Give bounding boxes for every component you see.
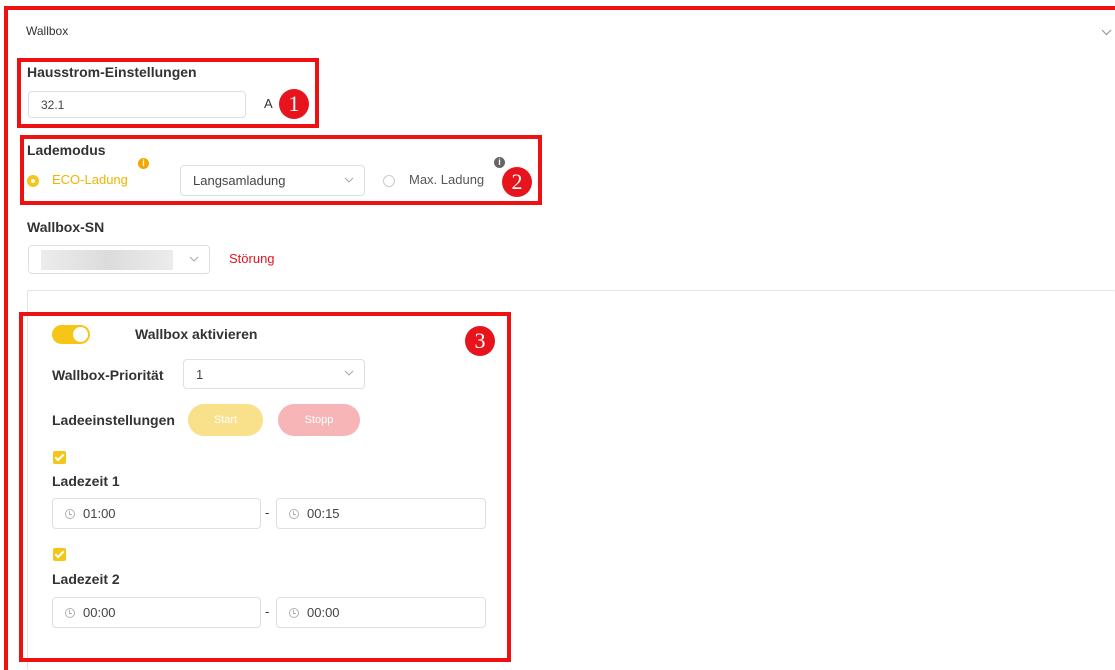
clock-icon <box>289 607 299 618</box>
ladezeit-2-from-input[interactable]: 00:00 <box>52 597 261 628</box>
wallbox-sn-label: Wallbox-SN <box>27 219 105 235</box>
ladezeit-1-label: Ladezeit 1 <box>52 473 120 489</box>
hausstrom-input[interactable]: 32.1 <box>28 91 246 118</box>
chevron-down-icon <box>344 177 354 183</box>
eco-mode-select[interactable]: Langsamladung <box>180 165 365 196</box>
lademodus-label: Lademodus <box>27 142 106 158</box>
eco-mode-value: Langsamladung <box>193 173 286 188</box>
panel-title: Wallbox <box>26 24 69 38</box>
activate-label: Wallbox aktivieren <box>135 326 258 342</box>
activate-toggle[interactable] <box>52 325 90 344</box>
eco-radio[interactable] <box>27 175 39 187</box>
clock-icon <box>65 607 75 618</box>
wallbox-status: Störung <box>229 251 275 266</box>
wallbox-sn-select[interactable] <box>28 245 210 274</box>
annotation-marker-3: 3 <box>465 326 495 356</box>
time-range-separator: - <box>265 505 270 520</box>
chevron-down-icon[interactable] <box>1101 29 1112 36</box>
chevron-down-icon <box>189 256 199 262</box>
time-range-separator: - <box>265 604 270 619</box>
redacted-value <box>41 249 173 270</box>
ladezeit-2-to-value: 00:00 <box>307 605 340 620</box>
max-label[interactable]: Max. Ladung <box>409 172 484 187</box>
ladezeit-1-from-input[interactable]: 01:00 <box>52 498 261 529</box>
ladezeit-1-to-value: 00:15 <box>307 506 340 521</box>
start-button[interactable]: Start <box>188 404 263 436</box>
ladezeit-2-to-input[interactable]: 00:00 <box>276 597 486 628</box>
ladezeit-1-from-value: 01:00 <box>83 506 116 521</box>
priority-label: Wallbox-Priorität <box>52 367 164 383</box>
annotation-marker-1: 1 <box>279 89 309 119</box>
max-radio[interactable] <box>383 175 395 187</box>
hausstrom-label: Hausstrom-Einstellungen <box>27 64 197 80</box>
ladezeit-1-checkbox[interactable] <box>53 451 66 464</box>
ladezeit-2-from-value: 00:00 <box>83 605 116 620</box>
info-icon[interactable]: i <box>138 158 149 169</box>
info-icon[interactable]: i <box>494 157 505 168</box>
hausstrom-value: 32.1 <box>41 97 65 112</box>
hausstrom-unit: A <box>264 96 273 111</box>
annotation-marker-2: 2 <box>502 167 532 197</box>
ladeeinstellungen-label: Ladeeinstellungen <box>52 412 175 428</box>
priority-value: 1 <box>196 366 204 382</box>
priority-select[interactable]: 1 <box>183 359 365 389</box>
chevron-down-icon <box>344 370 354 376</box>
clock-icon <box>289 508 299 519</box>
clock-icon <box>65 508 75 519</box>
stopp-button[interactable]: Stopp <box>278 404 360 436</box>
eco-label[interactable]: ECO-Ladung <box>52 172 128 187</box>
ladezeit-2-checkbox[interactable] <box>53 548 66 561</box>
ladezeit-2-label: Ladezeit 2 <box>52 571 120 587</box>
ladezeit-1-to-input[interactable]: 00:15 <box>276 498 486 529</box>
